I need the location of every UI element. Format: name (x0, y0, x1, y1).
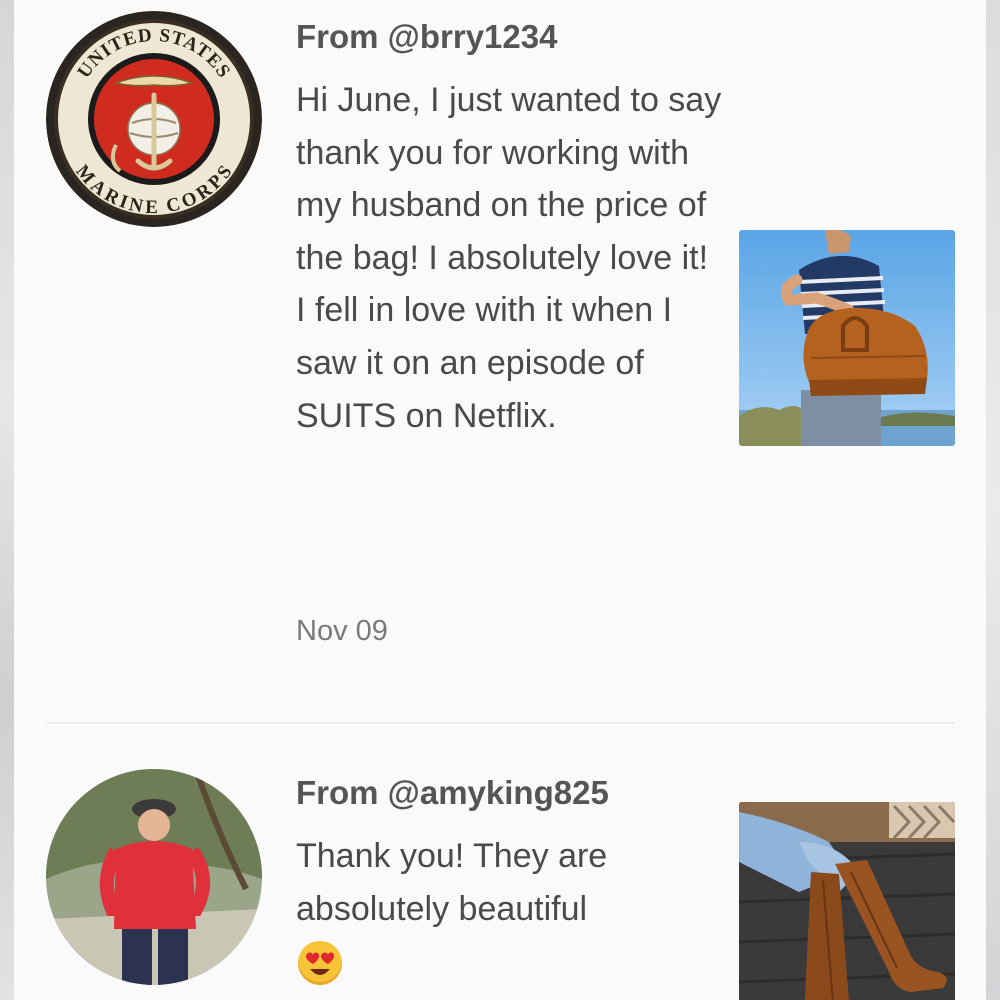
product-thumbnail-boots[interactable] (739, 802, 955, 1000)
right-screen-edge (986, 0, 1000, 1000)
reviews-panel: UNITED STATES MARINE CORPS From @brry123… (14, 0, 986, 1000)
reviewer-avatar[interactable] (46, 769, 262, 985)
review-divider (46, 722, 955, 724)
marine-corps-seal-icon: UNITED STATES MARINE CORPS (46, 11, 262, 227)
leather-bag-photo (739, 230, 955, 446)
review-date: Nov 09 (296, 615, 388, 647)
left-screen-edge (0, 0, 14, 1000)
heart-eyes-emoji-icon (298, 941, 342, 985)
reviewer-photo (46, 769, 262, 985)
reviewer-avatar[interactable]: UNITED STATES MARINE CORPS (46, 11, 262, 227)
leather-boots-photo (739, 802, 955, 1000)
reviewer-username[interactable]: From @brry1234 (296, 18, 557, 56)
review-message: Hi June, I just wanted to say thank you … (296, 81, 722, 435)
reviewer-username[interactable]: From @amyking825 (296, 774, 609, 812)
product-thumbnail-bag[interactable] (739, 230, 955, 446)
review-message: Thank you! They are absolutely beautiful (296, 837, 608, 928)
